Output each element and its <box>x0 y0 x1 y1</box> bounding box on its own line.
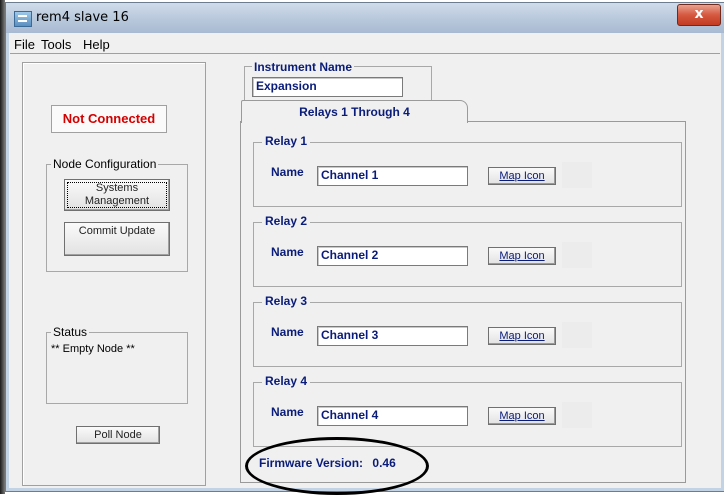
systems-management-button[interactable]: Systems Management <box>64 179 170 211</box>
relay-3-map-icon-button[interactable]: Map Icon <box>488 327 556 345</box>
relay-4-name-field[interactable]: Channel 4 <box>317 406 468 426</box>
relay-2-map-icon-button[interactable]: Map Icon <box>488 247 556 265</box>
relay-3-name-field[interactable]: Channel 3 <box>317 326 468 346</box>
relay-1-name-label: Name <box>271 165 304 179</box>
relay-1-map-icon-button[interactable]: Map Icon <box>488 167 556 185</box>
node-configuration-legend: Node Configuration <box>51 157 159 171</box>
app-icon <box>14 11 32 27</box>
relay-group-1: Relay 1 Name Channel 1 Map Icon <box>253 134 682 207</box>
relay-3-icon-slot <box>562 322 592 348</box>
menu-help[interactable]: Help <box>83 37 110 52</box>
title-bar[interactable]: rem4 slave 16 x <box>6 3 724 33</box>
status-group: Status ** Empty Node ** <box>46 325 188 404</box>
tab-relays-1-4[interactable]: Relays 1 Through 4 <box>241 100 468 123</box>
relay-2-name-field[interactable]: Channel 2 <box>317 246 468 266</box>
relay-1-legend: Relay 1 <box>262 134 311 148</box>
relay-2-legend: Relay 2 <box>262 214 311 228</box>
annotation-circle <box>245 437 429 495</box>
relay-1-name-field[interactable]: Channel 1 <box>317 166 468 186</box>
relay-group-2: Relay 2 Name Channel 2 Map Icon <box>253 214 682 287</box>
relay-4-map-icon-button[interactable]: Map Icon <box>488 407 556 425</box>
window-title: rem4 slave 16 <box>36 10 129 25</box>
menu-file[interactable]: File <box>14 37 35 52</box>
relay-group-3: Relay 3 Name Channel 3 Map Icon <box>253 294 682 367</box>
relay-4-icon-slot <box>562 402 592 428</box>
relay-3-name-label: Name <box>271 325 304 339</box>
relay-4-legend: Relay 4 <box>262 374 311 388</box>
instrument-name-legend: Instrument Name <box>252 60 355 74</box>
relay-2-icon-slot <box>562 242 592 268</box>
connection-status: Not Connected <box>51 105 167 133</box>
menu-tools[interactable]: Tools <box>41 37 71 52</box>
close-button[interactable]: x <box>677 4 721 26</box>
commit-update-button[interactable]: Commit Update <box>64 222 170 256</box>
status-text: ** Empty Node ** <box>51 343 135 355</box>
relay-4-name-label: Name <box>271 405 304 419</box>
relay-2-name-label: Name <box>271 245 304 259</box>
relay-3-legend: Relay 3 <box>262 294 311 308</box>
status-legend: Status <box>51 325 90 339</box>
relay-1-icon-slot <box>562 162 592 188</box>
poll-node-button[interactable]: Poll Node <box>76 426 160 444</box>
menu-bar: File Tools Help <box>10 35 720 53</box>
instrument-name-field[interactable]: Expansion <box>252 77 403 97</box>
